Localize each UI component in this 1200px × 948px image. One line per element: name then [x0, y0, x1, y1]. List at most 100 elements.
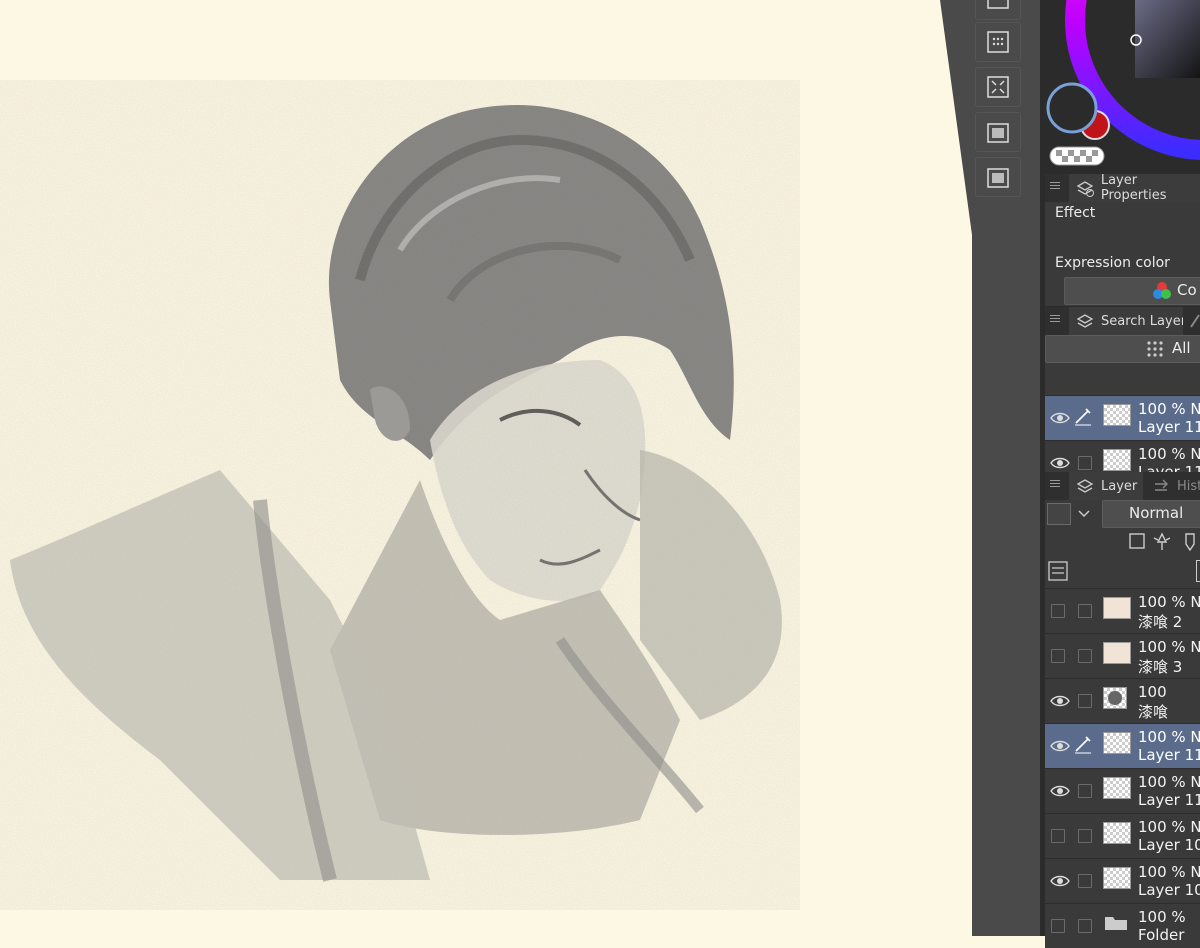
tab-history[interactable]: Hist	[1145, 472, 1200, 500]
eye-icon[interactable]	[1049, 408, 1071, 428]
pen-icon	[1075, 736, 1091, 754]
chevron-down-icon[interactable]	[1072, 503, 1096, 523]
image-tool-button[interactable]	[975, 157, 1021, 197]
eye-icon[interactable]	[1049, 691, 1071, 711]
mask-icon[interactable]	[1185, 533, 1195, 552]
color-circles-icon	[1153, 282, 1171, 299]
layer-thumbnail	[1103, 867, 1131, 889]
layer-opacity-blend: 100 %	[1138, 908, 1186, 926]
eye-icon[interactable]	[1049, 871, 1071, 891]
expression-color-label: Expression color	[1055, 255, 1170, 271]
layer-thumbnail	[1103, 404, 1131, 426]
saturation-square[interactable]	[1135, 0, 1200, 78]
tab-layer-properties[interactable]: Layer Properties	[1069, 173, 1200, 203]
expression-color-value: Co	[1177, 281, 1197, 299]
image-icon	[987, 168, 1009, 188]
layer-row[interactable]: 100 % No 漆喰 2	[1045, 588, 1200, 633]
layer-thumbnail	[1103, 597, 1131, 619]
tab-layer[interactable]: Layer	[1069, 472, 1143, 500]
layer-thumbnail	[1103, 732, 1131, 754]
scatter-icon	[987, 76, 1009, 98]
layer-color-swatch[interactable]	[1047, 503, 1071, 525]
visibility-checkbox[interactable]	[1051, 604, 1065, 618]
layer-row[interactable]: 100 % NoLayer 10	[1045, 858, 1200, 903]
layer-options-edge[interactable]	[1196, 560, 1200, 582]
layer-name: Layer 10	[1138, 836, 1200, 854]
layer-thumbnail	[1103, 777, 1131, 799]
panel-grip-icon[interactable]	[1050, 313, 1060, 325]
pen-icon	[1075, 408, 1091, 426]
history-icon	[1155, 479, 1168, 491]
layer-lock-icons	[1129, 532, 1195, 552]
lock-checkbox[interactable]	[1078, 604, 1092, 618]
layer-name: Layer 11	[1138, 791, 1200, 809]
lock-checkbox[interactable]	[1078, 456, 1092, 470]
layer-row[interactable]: 100 % NoLayer 11	[1045, 395, 1200, 440]
eye-icon[interactable]	[1049, 736, 1071, 756]
gallery-tool-button[interactable]	[975, 112, 1021, 152]
tab-label: Search Layer	[1101, 313, 1187, 329]
lock-checkbox[interactable]	[1078, 784, 1092, 798]
layer-row[interactable]: 100 % NoLayer 11	[1045, 723, 1200, 768]
tab-extra[interactable]	[1183, 307, 1200, 335]
visibility-checkbox[interactable]	[1051, 829, 1065, 843]
filter-all-button[interactable]: All	[1045, 335, 1200, 363]
layer-name: 漆喰 2	[1138, 613, 1183, 631]
lock-checkbox[interactable]	[1078, 694, 1092, 708]
grid-tool-button[interactable]	[975, 0, 1021, 20]
layer-opacity-blend: 100 % No	[1138, 445, 1200, 463]
tab-label: Hist	[1177, 478, 1200, 494]
layer-tabbar: Layer Hist	[1045, 472, 1200, 500]
visibility-checkbox[interactable]	[1051, 649, 1065, 663]
layer-thumbnail	[1103, 642, 1131, 664]
lock-checkbox[interactable]	[1078, 919, 1092, 933]
lock-checkbox[interactable]	[1078, 829, 1092, 843]
tab-search-layer[interactable]: Search Layer	[1069, 307, 1187, 335]
layer-name: 漆喰	[1138, 703, 1169, 721]
scatter-tool-button[interactable]	[975, 67, 1021, 107]
layer-opacity-blend: 100 % No	[1138, 400, 1200, 418]
dots-grid-icon	[1147, 341, 1163, 357]
layer-opacity-blend: 100 % No	[1138, 818, 1200, 836]
layer-opacity-blend: 100 % No	[1138, 638, 1200, 656]
layer-name: 漆喰 3	[1138, 658, 1183, 676]
grid-icon	[987, 0, 1009, 9]
dotted-grid-tool-button[interactable]	[975, 22, 1021, 62]
panel-grip-icon[interactable]	[1050, 180, 1060, 192]
dotted-grid-icon	[987, 31, 1009, 53]
effect-label: Effect	[1055, 205, 1096, 221]
layer-row[interactable]: 100 % No 漆喰 3	[1045, 633, 1200, 678]
panel-grip-icon[interactable]	[1050, 478, 1060, 490]
layer-properties-tabbar: Layer Properties	[1045, 173, 1200, 203]
blend-mode-select[interactable]: Normal	[1102, 500, 1200, 528]
layer-opacity-blend: 100 % No	[1138, 728, 1200, 746]
reference-icon[interactable]	[1153, 532, 1171, 550]
search-layer-tabbar: Search Layer	[1045, 307, 1200, 335]
layer-row[interactable]: 100 % Folder	[1045, 903, 1200, 948]
clip-icon[interactable]	[1129, 533, 1145, 549]
layer-name: Layer 11	[1138, 746, 1200, 764]
layer-properties-icon	[1076, 181, 1094, 197]
expression-color-button[interactable]: Co	[1064, 277, 1200, 305]
layer-menu-icon[interactable]	[1047, 560, 1069, 582]
folder-icon	[1103, 912, 1129, 932]
layer-opacity-blend: 100	[1138, 683, 1167, 701]
layer-name: Layer 10	[1138, 881, 1200, 899]
layer-row[interactable]: 100 % NoLayer 11	[1045, 768, 1200, 813]
layer-row[interactable]: 100 漆喰	[1045, 678, 1200, 723]
layer-opacity-blend: 100 % No	[1138, 863, 1200, 881]
lock-checkbox[interactable]	[1078, 874, 1092, 888]
lock-checkbox[interactable]	[1078, 649, 1092, 663]
main-color-swatch[interactable]	[1046, 82, 1098, 134]
eye-icon[interactable]	[1049, 453, 1071, 473]
pencil-sketch	[0, 80, 800, 910]
blend-mode-value: Normal	[1129, 504, 1184, 522]
eye-icon[interactable]	[1049, 781, 1071, 801]
tab-label: Layer Properties	[1100, 173, 1167, 203]
color-wheel-panel	[1045, 0, 1200, 172]
layer-row[interactable]: 100 % NoLayer 10	[1045, 813, 1200, 858]
layer-thumbnail	[1103, 449, 1131, 471]
visibility-checkbox[interactable]	[1051, 919, 1065, 933]
gallery-icon	[987, 123, 1009, 143]
layer-opacity-blend: 100 % No	[1138, 593, 1200, 611]
